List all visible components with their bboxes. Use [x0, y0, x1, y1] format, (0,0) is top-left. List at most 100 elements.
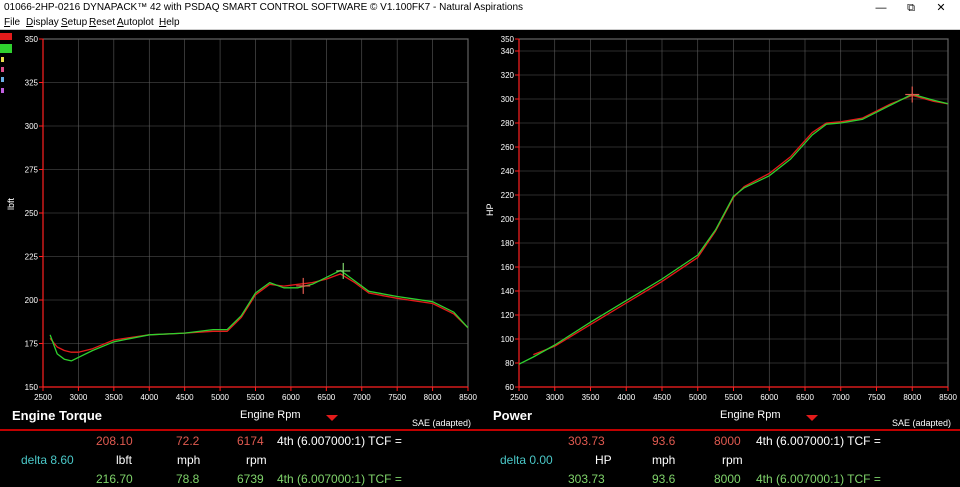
power-x-tick-label: 3500 [582, 393, 600, 402]
power-run1-rpm: 8000 [714, 434, 741, 448]
power-x-tick-label: 8500 [939, 393, 957, 402]
menu-file[interactable]: File [4, 16, 20, 30]
torque-y-tick-label: 225 [25, 253, 39, 262]
title-bar: 01066-2HP-0216 DYNAPACK™ 42 with PSDAQ S… [0, 0, 960, 16]
torque-run1-gear: 4th (6.007000:1) TCF = [277, 434, 402, 448]
torque-grid [39, 38, 469, 391]
power-y-tick-label: 280 [501, 119, 515, 128]
power-y-tick-label: 140 [501, 287, 515, 296]
torque-y-tick-label: 275 [25, 166, 39, 175]
torque-x-tick-label: 4500 [176, 393, 194, 402]
menu-bar: File Display Setup Reset Autoplot Help [0, 16, 960, 30]
power-y-tick-label: 320 [501, 71, 515, 80]
menu-reset[interactable]: Reset [89, 16, 115, 30]
menu-setup[interactable]: Setup [61, 16, 87, 30]
power-correction-label: SAE (adapted) [892, 418, 952, 428]
torque-y-tick-label: 150 [25, 383, 39, 392]
power-chart[interactable]: 2500 3000 3500 4000 4500 5000 5500 6000 6500 7000… [480, 30, 960, 406]
power-run2-rpm: 8000 [714, 472, 741, 486]
torque-x-tick-label: 3000 [70, 393, 88, 402]
power-x-tick-label: 4500 [653, 393, 671, 402]
torque-x-axis-dropdown-icon[interactable] [326, 415, 338, 421]
torque-x-axis-selector[interactable]: Engine Rpm [240, 409, 301, 421]
torque-y-tick-label: 325 [25, 79, 39, 88]
power-x-tick-label: 2500 [510, 393, 528, 402]
torque-x-tick-label: 5000 [211, 393, 229, 402]
power-x-tick-label: 8000 [903, 393, 921, 402]
power-x-axis-dropdown-icon[interactable] [806, 415, 818, 421]
torque-x-tick-label: 8000 [424, 393, 442, 402]
menu-help[interactable]: Help [159, 16, 180, 30]
power-y-tick-label: 180 [501, 239, 515, 248]
power-rpm-unit: rpm [722, 453, 743, 467]
torque-unit: lbft [116, 453, 133, 467]
power-run2-gear: 4th (6.007000:1) TCF = [756, 472, 881, 486]
torque-y-tick-label: 250 [25, 209, 39, 218]
torque-y-tick-label: 200 [25, 296, 39, 305]
power-y-tick-labels: 60 80 100 120 140 160 180 200 220 240 260 280 300 320… [501, 35, 515, 392]
window-title: 01066-2HP-0216 DYNAPACK™ 42 with PSDAQ S… [4, 2, 524, 13]
torque-y-tick-label: 300 [25, 122, 39, 131]
torque-x-tick-label: 4000 [140, 393, 158, 402]
menu-display[interactable]: Display [26, 16, 59, 30]
torque-x-tick-label: 6000 [282, 393, 300, 402]
torque-series [49, 269, 469, 362]
power-y-tick-label: 350 [501, 35, 515, 44]
power-run1-speed: 93.6 [652, 434, 676, 448]
torque-y-axis-label: lbft [6, 197, 16, 210]
close-button[interactable]: ✕ [926, 0, 956, 16]
torque-run2-rpm: 6739 [237, 472, 264, 486]
power-y-tick-label: 340 [501, 47, 515, 56]
power-y-tick-label: 300 [501, 95, 515, 104]
power-x-axis-selector[interactable]: Engine Rpm [720, 409, 781, 421]
power-y-tick-label: 80 [505, 359, 514, 368]
power-speed-unit: mph [652, 453, 676, 467]
torque-chart[interactable]: 2500 3000 3500 4000 4500 5000 5500 6000 6500 7000… [0, 30, 480, 406]
minimize-button[interactable]: — [866, 0, 896, 16]
power-graph-title: Power [493, 408, 533, 423]
power-y-tick-label: 100 [501, 335, 515, 344]
power-y-tick-label: 160 [501, 263, 515, 272]
power-x-tick-label: 7000 [832, 393, 850, 402]
torque-rpm-unit: rpm [246, 453, 267, 467]
torque-graph-title: Engine Torque [12, 408, 103, 423]
torque-y-tick-label: 175 [25, 340, 39, 349]
power-unit: HP [595, 453, 612, 467]
torque-x-tick-label: 5500 [247, 393, 265, 402]
torque-x-tick-label: 8500 [459, 393, 477, 402]
torque-correction-label: SAE (adapted) [412, 418, 472, 428]
power-y-tick-label: 120 [501, 311, 515, 320]
power-cursors [905, 86, 920, 103]
power-y-tick-label: 240 [501, 167, 515, 176]
torque-series-line-1 [49, 273, 469, 353]
torque-run1-rpm: 6174 [237, 434, 264, 448]
torque-y-tick-labels: 150 175 200 225 250 275 300 325 350 [25, 35, 39, 392]
torque-x-tick-label: 2500 [34, 393, 52, 402]
power-y-tick-label: 220 [501, 191, 515, 200]
torque-run1-speed: 72.2 [176, 434, 200, 448]
power-series-line-1 [533, 94, 949, 356]
power-run2-speed: 93.6 [652, 472, 676, 486]
power-y-axis-label: HP [485, 203, 495, 216]
torque-speed-unit: mph [177, 453, 201, 467]
power-x-tick-labels: 2500 3000 3500 4000 4500 5000 5500 6000 6500 7000… [510, 393, 957, 402]
torque-delta: delta 8.60 [21, 453, 74, 467]
graph-footer-bar: Engine Torque Engine Rpm SAE (adapted) P… [0, 406, 960, 431]
torque-x-tick-labels: 2500 3000 3500 4000 4500 5000 5500 6000 6500 7000… [34, 393, 477, 402]
power-x-tick-label: 7500 [868, 393, 886, 402]
torque-x-tick-label: 7500 [388, 393, 406, 402]
power-grid [515, 38, 949, 391]
power-x-tick-label: 4000 [617, 393, 635, 402]
maximize-button[interactable]: ⧉ [896, 0, 926, 16]
power-x-tick-label: 5500 [725, 393, 743, 402]
torque-x-tick-label: 7000 [353, 393, 371, 402]
torque-x-tick-label: 3500 [105, 393, 123, 402]
power-run1-value: 303.73 [568, 434, 605, 448]
power-x-tick-label: 6500 [796, 393, 814, 402]
torque-run2-gear: 4th (6.007000:1) TCF = [277, 472, 402, 486]
torque-run1-value: 208.10 [96, 434, 133, 448]
power-run2-value: 303.73 [568, 472, 605, 486]
power-run1-gear: 4th (6.007000:1) TCF = [756, 434, 881, 448]
menu-autoplot[interactable]: Autoplot [117, 16, 154, 30]
power-delta: delta 0.00 [500, 453, 553, 467]
